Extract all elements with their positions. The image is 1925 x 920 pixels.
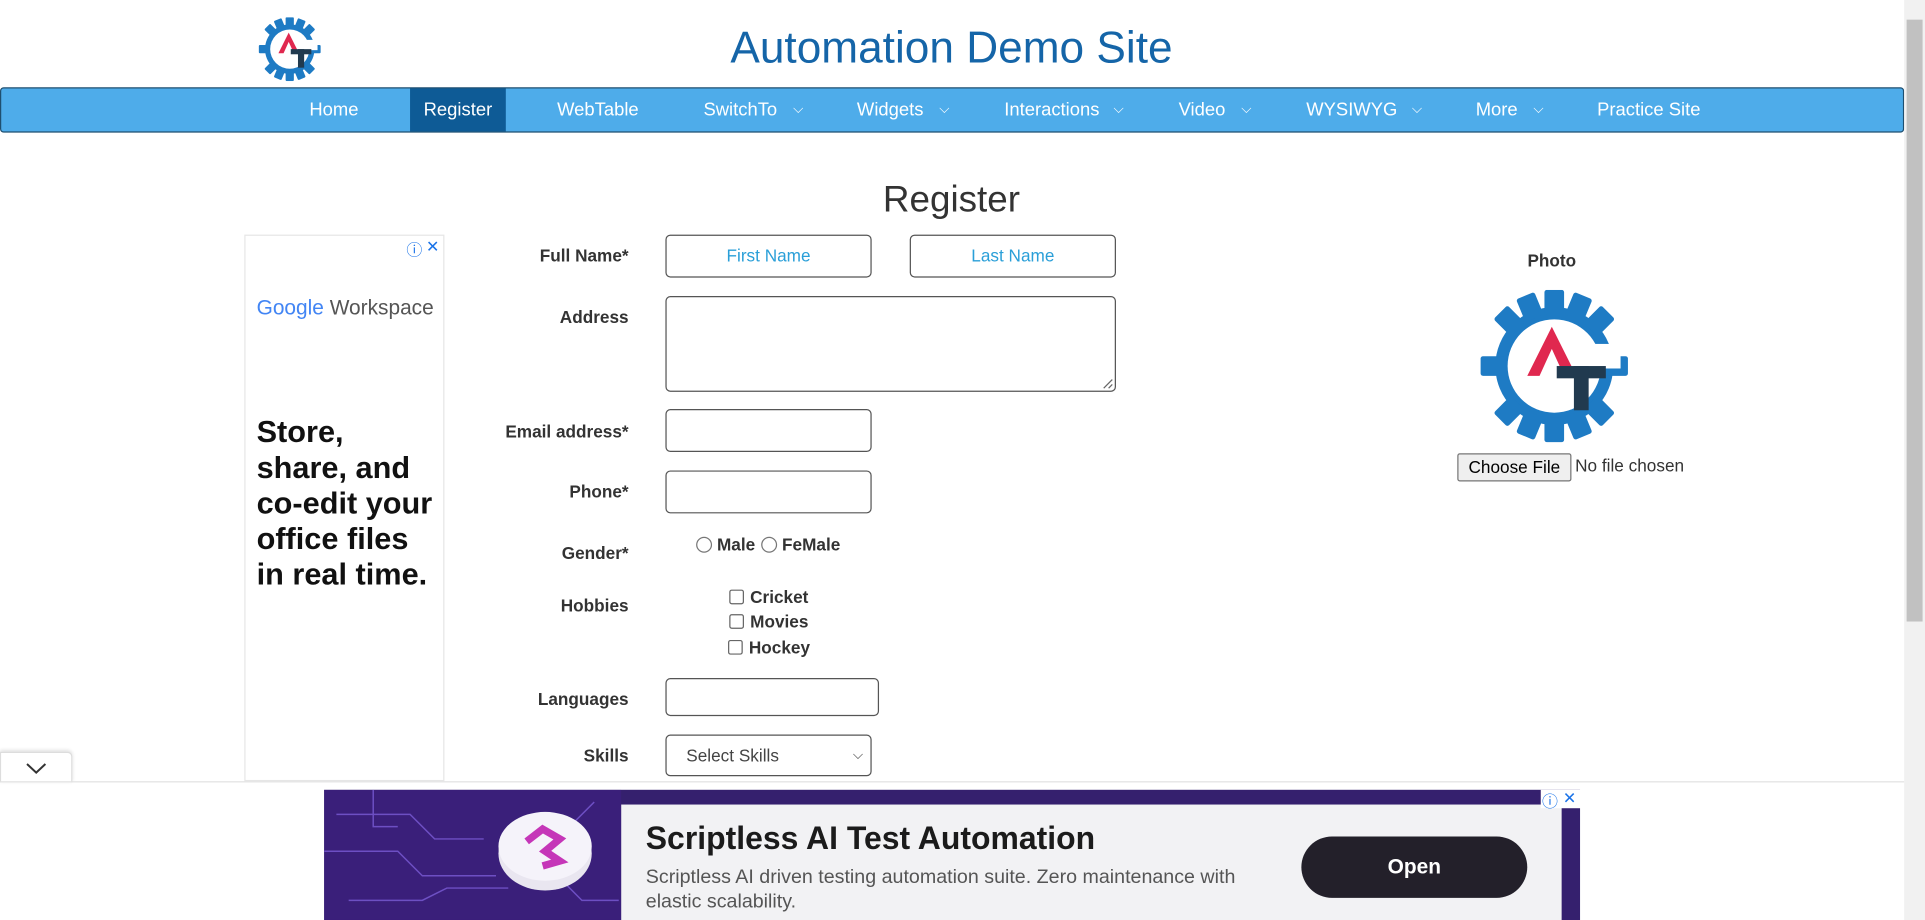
gender-female-label: FeMale	[782, 534, 841, 554]
page-title: Register	[882, 179, 1021, 220]
hobbies-label: Hobbies	[560, 595, 629, 616]
ad-description: Scriptless AI driven testing automation …	[645, 867, 1236, 913]
hobby-movies-checkbox[interactable]	[729, 614, 744, 629]
chevron-down-icon: ⌵	[1411, 101, 1423, 117]
hobby-movies-label: Movies	[750, 611, 809, 632]
chevron-down-icon: ⌵	[852, 748, 864, 763]
nav-item-interactions[interactable]: Interactions ⌵	[996, 88, 1134, 131]
chevron-down-icon: ⌵	[939, 101, 950, 117]
left-ad-text: Store, share, and co-edit your office fi…	[256, 415, 433, 593]
skills-select[interactable]: Select Skills ⌵	[665, 734, 872, 777]
ad-info-icon[interactable]: ⓘ	[1542, 789, 1558, 812]
chevron-down-icon	[26, 763, 47, 774]
resize-handle-icon[interactable]	[1102, 378, 1113, 389]
hobby-cricket-label: Cricket	[750, 587, 809, 607]
gender-male-radio[interactable]	[696, 536, 713, 553]
chevron-down-icon: ⌵	[1241, 101, 1252, 117]
main-navbar: Home Register WebTable SwitchTo ⌵ Widgets…	[0, 87, 1905, 133]
nav-item-switchto[interactable]: SwitchTo ⌵	[695, 88, 812, 131]
gender-female-radio[interactable]	[761, 536, 778, 553]
nav-item-widgets[interactable]: Widgets ⌵	[848, 88, 961, 131]
gender-label: Gender*	[561, 542, 629, 563]
left-ad-banner[interactable]: ⓘ ✕ Google Workspace Store, share, and c…	[244, 234, 445, 782]
address-textarea[interactable]	[665, 296, 1116, 392]
last-name-input[interactable]: Last Name	[909, 234, 1116, 278]
chevron-down-icon: ⌵	[1113, 101, 1124, 117]
languages-multiselect[interactable]	[665, 678, 880, 717]
ad-title: Scriptless AI Test Automation	[645, 819, 1096, 857]
file-status: No file chosen	[1575, 455, 1685, 476]
nav-item-wysiwyg[interactable]: WYSIWYG ⌵	[1298, 88, 1431, 131]
ad-controls: ⓘ ✕	[1540, 789, 1582, 811]
gender-male-label: Male	[716, 534, 756, 554]
phone-label: Phone*	[569, 481, 629, 502]
email-input[interactable]	[665, 409, 872, 453]
nav-item-home[interactable]: Home	[291, 88, 377, 131]
nav-item-more[interactable]: More ⌵	[1467, 88, 1553, 131]
profile-photo-image	[1479, 289, 1629, 443]
first-name-input[interactable]: First Name	[665, 234, 872, 278]
nav-item-video[interactable]: Video ⌵	[1170, 88, 1258, 131]
full-name-label: Full Name*	[539, 245, 629, 266]
nav-item-webtable[interactable]: WebTable	[548, 88, 649, 131]
hobby-hockey-checkbox[interactable]	[728, 639, 743, 655]
hobby-hockey-label: Hockey	[748, 637, 811, 658]
ad-collapse-button[interactable]	[0, 751, 73, 783]
ad-close-icon[interactable]: ✕	[1563, 789, 1576, 809]
ad-info-icon[interactable]: ⓘ	[406, 237, 422, 260]
bottom-ad-content: Scriptless AI Test Automation Scriptless…	[621, 804, 1562, 920]
scrollbar-thumb[interactable]	[1906, 19, 1923, 622]
ad-close-icon[interactable]: ✕	[426, 237, 439, 257]
ad-open-button[interactable]: Open	[1301, 836, 1528, 898]
phone-input[interactable]	[665, 470, 872, 514]
photo-label: Photo	[1527, 250, 1577, 271]
choose-file-button[interactable]: Choose File	[1457, 453, 1572, 482]
google-workspace-logo: Google Workspace	[256, 296, 434, 320]
languages-label: Languages	[537, 689, 629, 709]
divider	[0, 781, 1905, 783]
email-label: Email address*	[505, 421, 629, 441]
skills-label: Skills	[583, 745, 629, 766]
hobby-cricket-checkbox[interactable]	[729, 589, 744, 605]
chevron-down-icon: ⌵	[1533, 101, 1544, 117]
chevron-down-icon: ⌵	[793, 101, 804, 117]
bottom-ad-banner[interactable]: Scriptless AI Test Automation Scriptless…	[324, 789, 1581, 920]
address-label: Address	[559, 307, 629, 327]
nav-item-register[interactable]: Register	[410, 88, 506, 132]
nav-item-practice-site[interactable]: Practice Site	[1591, 88, 1706, 131]
site-title: Automation Demo Site	[730, 22, 1173, 73]
ad-chip-image	[324, 789, 622, 920]
